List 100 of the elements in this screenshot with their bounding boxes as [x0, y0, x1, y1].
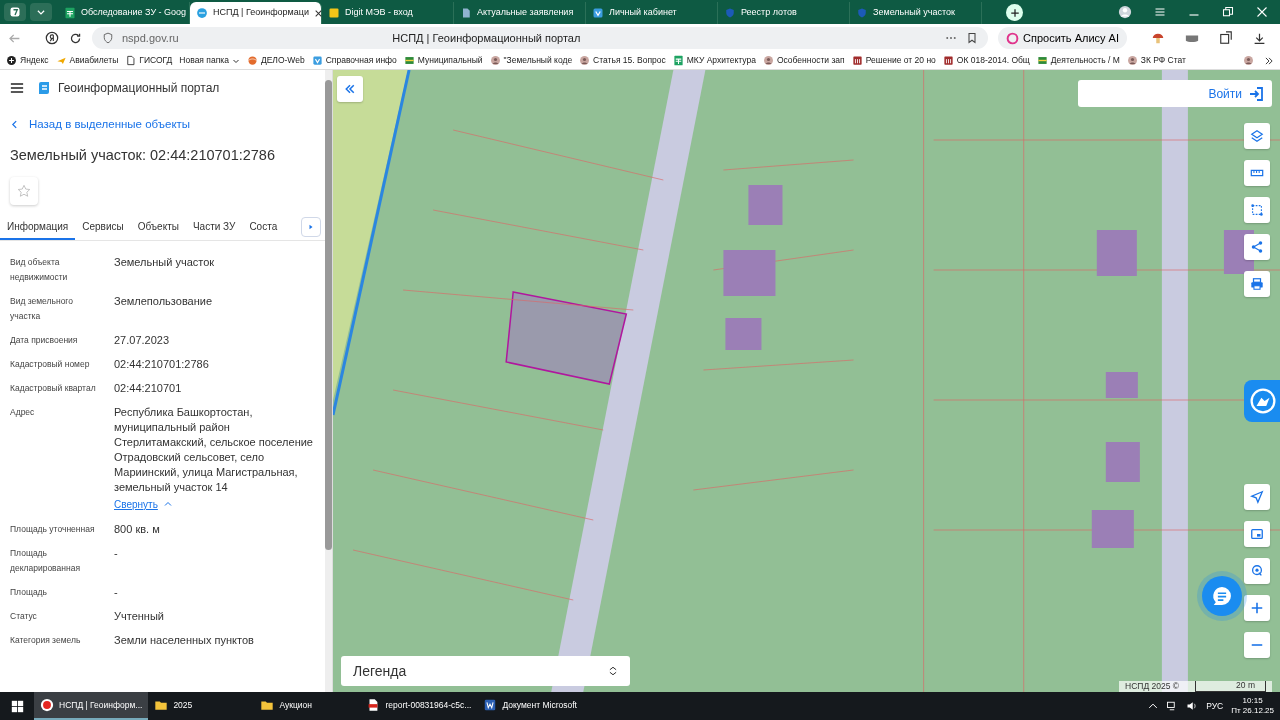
download-icon[interactable] [1253, 31, 1266, 45]
chat-icon [1211, 585, 1233, 607]
alice-icon [1006, 31, 1020, 45]
language-indicator[interactable]: РУС [1206, 699, 1224, 713]
select-area-button[interactable] [1244, 197, 1270, 223]
windows-icon[interactable] [10, 699, 24, 713]
bookmark[interactable]: Статья 15. Вопрос [579, 54, 666, 67]
property-label: Статус [10, 609, 38, 623]
ruler-button[interactable] [1244, 160, 1270, 186]
feedback-button[interactable] [1244, 380, 1280, 422]
bookmark[interactable]: Авиабилеты [55, 54, 119, 67]
back-link[interactable]: Назад в выделенные объекты [10, 116, 315, 134]
bookmark[interactable]: Деятельность / М [1036, 54, 1120, 67]
tabs-menu-button[interactable] [30, 3, 52, 21]
property-label: Площадь декларированная [10, 546, 81, 575]
taskbar-item[interactable]: Документ Microsoft [477, 692, 584, 720]
circle-icon [6, 55, 17, 66]
building-icon [851, 55, 863, 66]
speaker-icon[interactable] [1186, 700, 1199, 712]
browser-icon [40, 698, 54, 712]
bookmark[interactable]: "Земельный коде [489, 54, 573, 67]
property-label: Дата присвоения [10, 333, 79, 347]
bookmark[interactable]: ОК 018-2014. Общ [942, 54, 1030, 67]
bookmark[interactable]: ЗК РФ Стат [1126, 54, 1186, 67]
bookmark[interactable]: Яндекс [6, 54, 49, 67]
taskbar-item[interactable]: 2025 [148, 692, 255, 720]
browser-logo-button[interactable] [4, 3, 26, 21]
bookmark[interactable]: Муниципальный [403, 54, 483, 67]
info-tab[interactable]: Соста [242, 214, 285, 240]
property-label: Площадь [10, 585, 48, 599]
chevron-right-icon[interactable] [1264, 55, 1274, 66]
sheet-icon [64, 7, 76, 19]
print-button[interactable] [1244, 271, 1270, 297]
info-tab[interactable]: Объекты [130, 214, 186, 240]
logo-icon [9, 6, 21, 18]
collapse-link[interactable]: Свернуть [114, 496, 172, 512]
navigation-button[interactable] [1244, 484, 1270, 510]
property-label: Вид земельного участка [10, 294, 74, 323]
login-button[interactable]: Войти [1078, 80, 1272, 107]
address-field[interactable]: nspd.gov.ru НСПД | Геоинформационный портал [92, 27, 989, 49]
mushroom-icon[interactable] [1151, 31, 1165, 45]
reload-icon[interactable] [69, 31, 82, 45]
bookmark[interactable]: ДЕЛО-Web [246, 54, 305, 67]
logo-icon [36, 80, 52, 96]
document-icon [460, 7, 472, 19]
property-value: 800 кв. м [114, 521, 161, 537]
shield-icon [724, 7, 736, 19]
taskbar-item[interactable]: НСПД | Геоинформ... [34, 692, 149, 720]
extension-icon[interactable] [1219, 31, 1233, 45]
zoom-out-button[interactable] [1244, 632, 1270, 658]
property-value: Учтенный [114, 608, 165, 624]
property-label: Вид объекта недвижимости [10, 255, 69, 284]
alice-button[interactable]: Спросить Алису AI [998, 27, 1127, 49]
bookmark[interactable]: МКУ Архитектура [672, 54, 756, 67]
picture-in-picture-button[interactable] [1244, 521, 1270, 547]
star-icon [17, 183, 31, 198]
flag-icon [403, 55, 415, 66]
info-tab[interactable]: Информация [0, 214, 76, 240]
avatar-icon[interactable] [1243, 55, 1254, 66]
bookmark[interactable]: Справочная инфо [311, 54, 397, 67]
select-area-icon [1250, 203, 1264, 217]
double-chevron-left-icon [344, 83, 356, 95]
property-label: Площадь уточненная [10, 522, 96, 536]
attribution-text: НСПД 2025 © [1125, 681, 1180, 692]
property-label: Адрес [10, 405, 36, 419]
taskbar-item[interactable]: report-00831964-c5c... [360, 692, 478, 720]
menu-icon[interactable] [10, 81, 24, 95]
taskbar-item[interactable]: Аукцион [254, 692, 361, 720]
bookmark[interactable]: Особенности зап [762, 54, 845, 67]
profile-icon[interactable] [1118, 5, 1132, 19]
page-heading: Земельный участок: 02:44:210701:2786 [10, 147, 276, 165]
flag-icon [1036, 55, 1048, 66]
avatar-icon [579, 55, 591, 66]
scrollbar[interactable] [325, 80, 332, 550]
info-tab[interactable]: Сервисы [75, 214, 131, 240]
layers-button[interactable] [1244, 123, 1270, 149]
restore-icon[interactable] [1222, 6, 1234, 18]
new-tab-button[interactable] [1006, 4, 1023, 21]
yandex-icon[interactable] [45, 31, 59, 45]
location-search-button[interactable] [1244, 558, 1270, 584]
bookmark-icon[interactable] [966, 32, 979, 44]
bookmark[interactable]: Новая папка [179, 54, 240, 67]
page-icon [125, 55, 137, 66]
zoom-in-button[interactable] [1244, 595, 1270, 621]
chevron-left-icon [10, 120, 19, 130]
bookmark[interactable]: Решение от 20 но [851, 54, 936, 67]
clock-time: 10:15 [1241, 696, 1264, 706]
close-icon[interactable] [314, 8, 323, 18]
browser-tab[interactable]: НСПД | Геоинформаци [190, 2, 322, 24]
menu-icon[interactable] [1154, 6, 1166, 18]
square-icon [328, 7, 340, 19]
chevron-up-icon[interactable] [1148, 701, 1159, 711]
globe-icon [246, 55, 258, 66]
info-tab[interactable]: Части ЗУ [185, 214, 243, 240]
collapse-panel-button[interactable] [337, 76, 363, 102]
property-value: - [114, 545, 119, 561]
share-button[interactable] [1244, 234, 1270, 260]
speech-icon [1250, 388, 1276, 414]
bookmark[interactable]: ГИСОГД [125, 54, 173, 67]
legend-dropdown[interactable]: Легенда [341, 656, 630, 686]
